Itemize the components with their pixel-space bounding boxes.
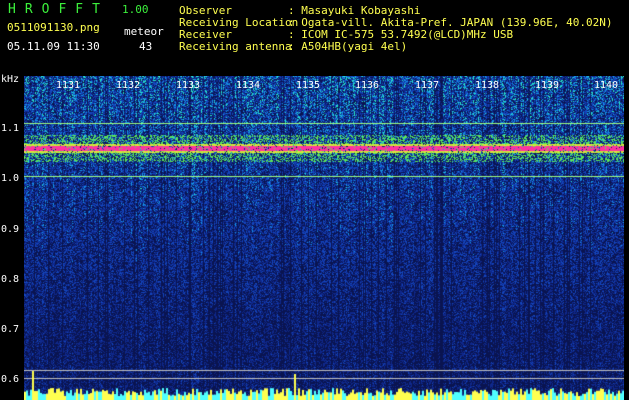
y-tick-0-7: 0.7: [1, 324, 20, 335]
receiver-label: Receiver: [179, 28, 232, 41]
location-label: Receiving Location: [179, 16, 299, 29]
x-tick-1138: 1138: [475, 80, 500, 91]
y-tick-0-6: 0.6: [1, 374, 20, 385]
x-tick-1134: 1134: [236, 80, 261, 91]
file-name: 0511091130.png: [7, 21, 100, 34]
x-tick-1140: 1140: [594, 80, 619, 91]
x-tick-1133: 1133: [176, 80, 201, 91]
meteor-label: meteor: [124, 25, 164, 38]
location-value: : Ogata-vill. Akita-Pref. JAPAN (139.96E…: [288, 16, 613, 29]
y-axis-unit: kHz: [1, 74, 20, 85]
x-tick-1132: 1132: [116, 80, 141, 91]
capture-datetime: 05.11.09 11:30: [7, 40, 100, 53]
receiver-value: : ICOM IC-575 53.7492(@LCD)MHz USB: [288, 28, 514, 41]
antenna-label: Receiving antenna: [179, 40, 292, 53]
spectrogram-canvas: [24, 76, 624, 400]
y-tick-0-8: 0.8: [1, 274, 20, 285]
app-version: 1.00: [122, 3, 149, 16]
spectrogram: [24, 76, 624, 400]
observer-value: : Masayuki Kobayashi: [288, 4, 421, 17]
y-tick-1-1: 1.1: [1, 123, 20, 134]
y-tick-1-0: 1.0: [1, 173, 20, 184]
header-panel: HROFFT 1.00 0511091130.png meteor 05.11.…: [0, 0, 629, 76]
app-title: HROFFT: [8, 2, 109, 17]
x-tick-1139: 1139: [535, 80, 560, 91]
observer-label: Observer: [179, 4, 232, 17]
antenna-value: : A504HB(yagi 4el): [288, 40, 408, 53]
x-tick-1136: 1136: [355, 80, 380, 91]
x-tick-1137: 1137: [415, 80, 440, 91]
y-tick-0-9: 0.9: [1, 224, 20, 235]
x-tick-1131: 1131: [56, 80, 81, 91]
meteor-count: 43: [139, 40, 153, 53]
x-tick-1135: 1135: [296, 80, 321, 91]
